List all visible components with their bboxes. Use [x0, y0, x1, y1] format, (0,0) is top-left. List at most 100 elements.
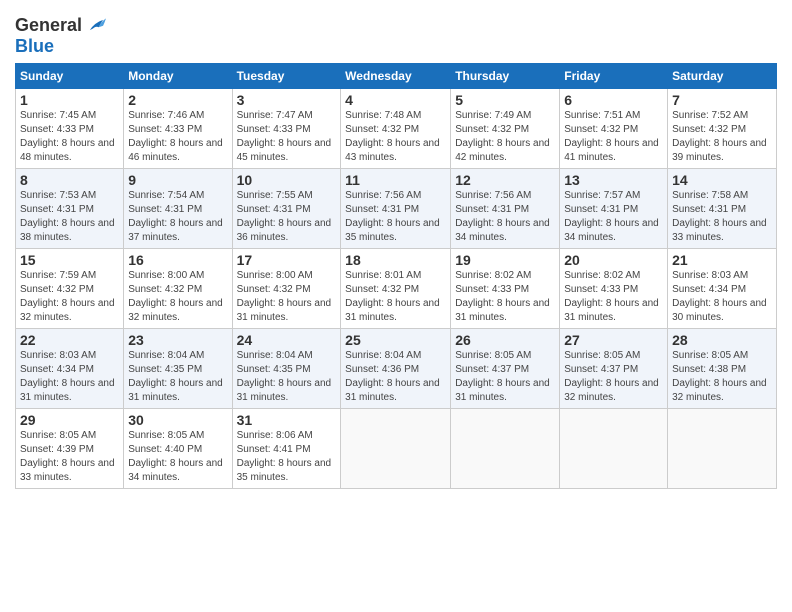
calendar-cell: 29Sunrise: 8:05 AMSunset: 4:39 PMDayligh…: [16, 409, 124, 489]
calendar-cell: 1Sunrise: 7:45 AMSunset: 4:33 PMDaylight…: [16, 89, 124, 169]
calendar-cell: 17Sunrise: 8:00 AMSunset: 4:32 PMDayligh…: [232, 249, 341, 329]
calendar-cell: 31Sunrise: 8:06 AMSunset: 4:41 PMDayligh…: [232, 409, 341, 489]
day-info: Sunrise: 8:04 AMSunset: 4:35 PMDaylight:…: [237, 349, 337, 405]
calendar-cell: [668, 409, 777, 489]
day-number: 2: [128, 92, 227, 108]
logo: General Blue: [15, 14, 106, 57]
calendar-week-row: 8Sunrise: 7:53 AMSunset: 4:31 PMDaylight…: [16, 169, 777, 249]
day-info: Sunrise: 8:00 AMSunset: 4:32 PMDaylight:…: [128, 269, 227, 325]
day-number: 18: [345, 252, 446, 268]
day-info: Sunrise: 7:48 AMSunset: 4:32 PMDaylight:…: [345, 109, 446, 165]
logo-blue-text: Blue: [15, 36, 106, 57]
calendar-cell: 19Sunrise: 8:02 AMSunset: 4:33 PMDayligh…: [451, 249, 560, 329]
calendar-cell: 24Sunrise: 8:04 AMSunset: 4:35 PMDayligh…: [232, 329, 341, 409]
day-info: Sunrise: 7:56 AMSunset: 4:31 PMDaylight:…: [345, 189, 446, 245]
calendar-cell: 12Sunrise: 7:56 AMSunset: 4:31 PMDayligh…: [451, 169, 560, 249]
calendar-cell: 22Sunrise: 8:03 AMSunset: 4:34 PMDayligh…: [16, 329, 124, 409]
day-info: Sunrise: 7:47 AMSunset: 4:33 PMDaylight:…: [237, 109, 337, 165]
day-info: Sunrise: 8:04 AMSunset: 4:36 PMDaylight:…: [345, 349, 446, 405]
weekday-header-monday: Monday: [124, 64, 232, 89]
day-info: Sunrise: 7:45 AMSunset: 4:33 PMDaylight:…: [20, 109, 119, 165]
day-number: 4: [345, 92, 446, 108]
calendar-week-row: 1Sunrise: 7:45 AMSunset: 4:33 PMDaylight…: [16, 89, 777, 169]
day-info: Sunrise: 7:59 AMSunset: 4:32 PMDaylight:…: [20, 269, 119, 325]
day-info: Sunrise: 8:05 AMSunset: 4:37 PMDaylight:…: [455, 349, 555, 405]
day-number: 27: [564, 332, 663, 348]
calendar-cell: 4Sunrise: 7:48 AMSunset: 4:32 PMDaylight…: [341, 89, 451, 169]
day-info: Sunrise: 8:05 AMSunset: 4:38 PMDaylight:…: [672, 349, 772, 405]
day-info: Sunrise: 8:04 AMSunset: 4:35 PMDaylight:…: [128, 349, 227, 405]
day-number: 22: [20, 332, 119, 348]
calendar-cell: 27Sunrise: 8:05 AMSunset: 4:37 PMDayligh…: [560, 329, 668, 409]
day-number: 9: [128, 172, 227, 188]
day-info: Sunrise: 7:56 AMSunset: 4:31 PMDaylight:…: [455, 189, 555, 245]
calendar-cell: 7Sunrise: 7:52 AMSunset: 4:32 PMDaylight…: [668, 89, 777, 169]
day-number: 3: [237, 92, 337, 108]
day-number: 5: [455, 92, 555, 108]
weekday-header-friday: Friday: [560, 64, 668, 89]
calendar-week-row: 15Sunrise: 7:59 AMSunset: 4:32 PMDayligh…: [16, 249, 777, 329]
day-number: 20: [564, 252, 663, 268]
calendar-table: SundayMondayTuesdayWednesdayThursdayFrid…: [15, 63, 777, 489]
calendar-cell: 5Sunrise: 7:49 AMSunset: 4:32 PMDaylight…: [451, 89, 560, 169]
day-number: 30: [128, 412, 227, 428]
day-number: 10: [237, 172, 337, 188]
weekday-header-thursday: Thursday: [451, 64, 560, 89]
day-info: Sunrise: 8:05 AMSunset: 4:40 PMDaylight:…: [128, 429, 227, 485]
calendar-cell: 26Sunrise: 8:05 AMSunset: 4:37 PMDayligh…: [451, 329, 560, 409]
day-number: 14: [672, 172, 772, 188]
calendar-cell: 11Sunrise: 7:56 AMSunset: 4:31 PMDayligh…: [341, 169, 451, 249]
calendar-cell: 10Sunrise: 7:55 AMSunset: 4:31 PMDayligh…: [232, 169, 341, 249]
calendar-cell: 21Sunrise: 8:03 AMSunset: 4:34 PMDayligh…: [668, 249, 777, 329]
calendar-cell: 18Sunrise: 8:01 AMSunset: 4:32 PMDayligh…: [341, 249, 451, 329]
day-number: 17: [237, 252, 337, 268]
day-number: 7: [672, 92, 772, 108]
calendar-cell: 6Sunrise: 7:51 AMSunset: 4:32 PMDaylight…: [560, 89, 668, 169]
day-info: Sunrise: 8:03 AMSunset: 4:34 PMDaylight:…: [672, 269, 772, 325]
calendar-cell: 3Sunrise: 7:47 AMSunset: 4:33 PMDaylight…: [232, 89, 341, 169]
day-number: 1: [20, 92, 119, 108]
day-info: Sunrise: 7:49 AMSunset: 4:32 PMDaylight:…: [455, 109, 555, 165]
weekday-header-tuesday: Tuesday: [232, 64, 341, 89]
day-number: 24: [237, 332, 337, 348]
day-info: Sunrise: 7:53 AMSunset: 4:31 PMDaylight:…: [20, 189, 119, 245]
calendar-cell: [341, 409, 451, 489]
header: General Blue: [15, 10, 777, 57]
calendar-week-row: 22Sunrise: 8:03 AMSunset: 4:34 PMDayligh…: [16, 329, 777, 409]
logo-general-text: General: [15, 15, 82, 36]
calendar-header-row: SundayMondayTuesdayWednesdayThursdayFrid…: [16, 64, 777, 89]
weekday-header-saturday: Saturday: [668, 64, 777, 89]
day-info: Sunrise: 8:03 AMSunset: 4:34 PMDaylight:…: [20, 349, 119, 405]
calendar-cell: 9Sunrise: 7:54 AMSunset: 4:31 PMDaylight…: [124, 169, 232, 249]
calendar-week-row: 29Sunrise: 8:05 AMSunset: 4:39 PMDayligh…: [16, 409, 777, 489]
calendar-cell: [560, 409, 668, 489]
day-number: 25: [345, 332, 446, 348]
day-number: 19: [455, 252, 555, 268]
weekday-header-sunday: Sunday: [16, 64, 124, 89]
calendar-cell: 25Sunrise: 8:04 AMSunset: 4:36 PMDayligh…: [341, 329, 451, 409]
day-info: Sunrise: 8:06 AMSunset: 4:41 PMDaylight:…: [237, 429, 337, 485]
day-info: Sunrise: 8:01 AMSunset: 4:32 PMDaylight:…: [345, 269, 446, 325]
day-number: 28: [672, 332, 772, 348]
day-number: 12: [455, 172, 555, 188]
day-info: Sunrise: 7:54 AMSunset: 4:31 PMDaylight:…: [128, 189, 227, 245]
calendar-cell: [451, 409, 560, 489]
day-number: 13: [564, 172, 663, 188]
calendar-cell: 14Sunrise: 7:58 AMSunset: 4:31 PMDayligh…: [668, 169, 777, 249]
day-number: 16: [128, 252, 227, 268]
weekday-header-wednesday: Wednesday: [341, 64, 451, 89]
day-info: Sunrise: 7:52 AMSunset: 4:32 PMDaylight:…: [672, 109, 772, 165]
calendar-cell: 23Sunrise: 8:04 AMSunset: 4:35 PMDayligh…: [124, 329, 232, 409]
calendar-cell: 30Sunrise: 8:05 AMSunset: 4:40 PMDayligh…: [124, 409, 232, 489]
calendar-cell: 20Sunrise: 8:02 AMSunset: 4:33 PMDayligh…: [560, 249, 668, 329]
day-number: 23: [128, 332, 227, 348]
day-info: Sunrise: 8:02 AMSunset: 4:33 PMDaylight:…: [455, 269, 555, 325]
day-number: 31: [237, 412, 337, 428]
calendar-cell: 2Sunrise: 7:46 AMSunset: 4:33 PMDaylight…: [124, 89, 232, 169]
day-info: Sunrise: 8:02 AMSunset: 4:33 PMDaylight:…: [564, 269, 663, 325]
calendar-cell: 28Sunrise: 8:05 AMSunset: 4:38 PMDayligh…: [668, 329, 777, 409]
day-info: Sunrise: 7:51 AMSunset: 4:32 PMDaylight:…: [564, 109, 663, 165]
day-number: 6: [564, 92, 663, 108]
day-number: 21: [672, 252, 772, 268]
day-info: Sunrise: 7:57 AMSunset: 4:31 PMDaylight:…: [564, 189, 663, 245]
